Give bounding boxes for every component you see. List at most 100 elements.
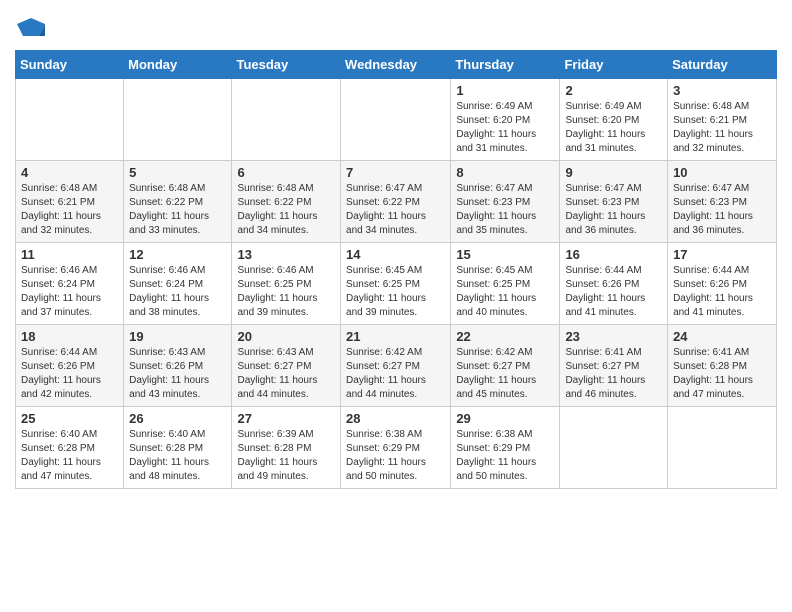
calendar-cell: 20 Sunrise: 6:43 AM Sunset: 6:27 PM Dayli… [232, 325, 341, 407]
day-info: Sunrise: 6:41 AM Sunset: 6:28 PM Dayligh… [673, 346, 771, 402]
day-number: 5 [129, 165, 226, 180]
day-number: 13 [237, 247, 335, 262]
day-number: 21 [346, 329, 445, 344]
day-number: 27 [237, 411, 335, 426]
calendar-cell: 4 Sunrise: 6:48 AM Sunset: 6:21 PM Daylig… [16, 161, 124, 243]
calendar-table: SundayMondayTuesdayWednesdayThursdayFrid… [15, 50, 777, 489]
day-header-wednesday: Wednesday [341, 51, 451, 79]
day-number: 1 [456, 83, 554, 98]
calendar-cell: 11 Sunrise: 6:46 AM Sunset: 6:24 PM Dayli… [16, 243, 124, 325]
day-header-thursday: Thursday [451, 51, 560, 79]
calendar-cell [232, 79, 341, 161]
day-info: Sunrise: 6:46 AM Sunset: 6:24 PM Dayligh… [129, 264, 226, 320]
calendar-cell [16, 79, 124, 161]
day-number: 12 [129, 247, 226, 262]
day-info: Sunrise: 6:39 AM Sunset: 6:28 PM Dayligh… [237, 428, 335, 484]
calendar-cell: 12 Sunrise: 6:46 AM Sunset: 6:24 PM Dayli… [124, 243, 232, 325]
calendar-cell: 25 Sunrise: 6:40 AM Sunset: 6:28 PM Dayli… [16, 407, 124, 489]
day-number: 4 [21, 165, 118, 180]
calendar-cell: 10Sunrise: 6:47 AM Sunset: 6:23 PM Dayli… [668, 161, 777, 243]
header-row: SundayMondayTuesdayWednesdayThursdayFrid… [16, 51, 777, 79]
calendar-cell: 27 Sunrise: 6:39 AM Sunset: 6:28 PM Dayli… [232, 407, 341, 489]
calendar-cell: 14 Sunrise: 6:45 AM Sunset: 6:25 PM Dayli… [341, 243, 451, 325]
day-info: Sunrise: 6:41 AM Sunset: 6:27 PM Dayligh… [565, 346, 662, 402]
calendar-cell: 26 Sunrise: 6:40 AM Sunset: 6:28 PM Dayli… [124, 407, 232, 489]
day-info: Sunrise: 6:47 AM Sunset: 6:23 PM Dayligh… [565, 182, 662, 238]
day-number: 16 [565, 247, 662, 262]
day-info: Sunrise: 6:40 AM Sunset: 6:28 PM Dayligh… [129, 428, 226, 484]
day-info: Sunrise: 6:44 AM Sunset: 6:26 PM Dayligh… [673, 264, 771, 320]
day-number: 14 [346, 247, 445, 262]
day-header-tuesday: Tuesday [232, 51, 341, 79]
day-number: 19 [129, 329, 226, 344]
day-info: Sunrise: 6:45 AM Sunset: 6:25 PM Dayligh… [456, 264, 554, 320]
calendar-cell: 1 Sunrise: 6:49 AM Sunset: 6:20 PM Daylig… [451, 79, 560, 161]
calendar-cell: 2 Sunrise: 6:49 AM Sunset: 6:20 PM Daylig… [560, 79, 668, 161]
calendar-cell: 3 Sunrise: 6:48 AM Sunset: 6:21 PM Daylig… [668, 79, 777, 161]
calendar-cell: 22 Sunrise: 6:42 AM Sunset: 6:27 PM Dayli… [451, 325, 560, 407]
day-header-friday: Friday [560, 51, 668, 79]
day-number: 2 [565, 83, 662, 98]
day-number: 20 [237, 329, 335, 344]
day-info: Sunrise: 6:44 AM Sunset: 6:26 PM Dayligh… [565, 264, 662, 320]
day-number: 11 [21, 247, 118, 262]
week-row-3: 11 Sunrise: 6:46 AM Sunset: 6:24 PM Dayli… [16, 243, 777, 325]
day-number: 7 [346, 165, 445, 180]
day-number: 26 [129, 411, 226, 426]
day-number: 24 [673, 329, 771, 344]
day-info: Sunrise: 6:45 AM Sunset: 6:25 PM Dayligh… [346, 264, 445, 320]
calendar-cell: 28Sunrise: 6:38 AM Sunset: 6:29 PM Dayli… [341, 407, 451, 489]
day-info: Sunrise: 6:43 AM Sunset: 6:27 PM Dayligh… [237, 346, 335, 402]
day-info: Sunrise: 6:46 AM Sunset: 6:24 PM Dayligh… [21, 264, 118, 320]
week-row-4: 18Sunrise: 6:44 AM Sunset: 6:26 PM Dayli… [16, 325, 777, 407]
header [15, 10, 777, 42]
day-number: 29 [456, 411, 554, 426]
day-header-sunday: Sunday [16, 51, 124, 79]
day-header-saturday: Saturday [668, 51, 777, 79]
day-info: Sunrise: 6:40 AM Sunset: 6:28 PM Dayligh… [21, 428, 118, 484]
day-number: 3 [673, 83, 771, 98]
calendar-cell: 7 Sunrise: 6:47 AM Sunset: 6:22 PM Daylig… [341, 161, 451, 243]
calendar-cell: 29 Sunrise: 6:38 AM Sunset: 6:29 PM Dayli… [451, 407, 560, 489]
day-number: 9 [565, 165, 662, 180]
logo-icon [17, 14, 45, 42]
calendar-cell: 18Sunrise: 6:44 AM Sunset: 6:26 PM Dayli… [16, 325, 124, 407]
day-info: Sunrise: 6:48 AM Sunset: 6:21 PM Dayligh… [673, 100, 771, 156]
day-info: Sunrise: 6:46 AM Sunset: 6:25 PM Dayligh… [237, 264, 335, 320]
day-info: Sunrise: 6:38 AM Sunset: 6:29 PM Dayligh… [346, 428, 445, 484]
calendar-cell: 15 Sunrise: 6:45 AM Sunset: 6:25 PM Dayli… [451, 243, 560, 325]
day-info: Sunrise: 6:49 AM Sunset: 6:20 PM Dayligh… [565, 100, 662, 156]
day-info: Sunrise: 6:47 AM Sunset: 6:22 PM Dayligh… [346, 182, 445, 238]
calendar-cell [124, 79, 232, 161]
calendar-cell [560, 407, 668, 489]
calendar-cell: 5 Sunrise: 6:48 AM Sunset: 6:22 PM Daylig… [124, 161, 232, 243]
day-info: Sunrise: 6:49 AM Sunset: 6:20 PM Dayligh… [456, 100, 554, 156]
calendar-cell: 9 Sunrise: 6:47 AM Sunset: 6:23 PM Daylig… [560, 161, 668, 243]
day-info: Sunrise: 6:44 AM Sunset: 6:26 PM Dayligh… [21, 346, 118, 402]
day-info: Sunrise: 6:42 AM Sunset: 6:27 PM Dayligh… [346, 346, 445, 402]
day-info: Sunrise: 6:38 AM Sunset: 6:29 PM Dayligh… [456, 428, 554, 484]
calendar-cell: 8 Sunrise: 6:47 AM Sunset: 6:23 PM Daylig… [451, 161, 560, 243]
day-info: Sunrise: 6:47 AM Sunset: 6:23 PM Dayligh… [673, 182, 771, 238]
calendar-cell: 13 Sunrise: 6:46 AM Sunset: 6:25 PM Dayli… [232, 243, 341, 325]
day-number: 8 [456, 165, 554, 180]
calendar-cell: 21 Sunrise: 6:42 AM Sunset: 6:27 PM Dayli… [341, 325, 451, 407]
week-row-5: 25 Sunrise: 6:40 AM Sunset: 6:28 PM Dayli… [16, 407, 777, 489]
day-info: Sunrise: 6:48 AM Sunset: 6:22 PM Dayligh… [237, 182, 335, 238]
calendar-cell: 6 Sunrise: 6:48 AM Sunset: 6:22 PM Daylig… [232, 161, 341, 243]
day-number: 25 [21, 411, 118, 426]
day-info: Sunrise: 6:48 AM Sunset: 6:22 PM Dayligh… [129, 182, 226, 238]
day-number: 22 [456, 329, 554, 344]
calendar-cell [668, 407, 777, 489]
day-info: Sunrise: 6:48 AM Sunset: 6:21 PM Dayligh… [21, 182, 118, 238]
calendar-cell: 23 Sunrise: 6:41 AM Sunset: 6:27 PM Dayli… [560, 325, 668, 407]
day-number: 6 [237, 165, 335, 180]
day-info: Sunrise: 6:47 AM Sunset: 6:23 PM Dayligh… [456, 182, 554, 238]
day-info: Sunrise: 6:43 AM Sunset: 6:26 PM Dayligh… [129, 346, 226, 402]
calendar-cell [341, 79, 451, 161]
day-header-monday: Monday [124, 51, 232, 79]
day-number: 23 [565, 329, 662, 344]
day-info: Sunrise: 6:42 AM Sunset: 6:27 PM Dayligh… [456, 346, 554, 402]
day-number: 15 [456, 247, 554, 262]
logo [15, 14, 45, 42]
